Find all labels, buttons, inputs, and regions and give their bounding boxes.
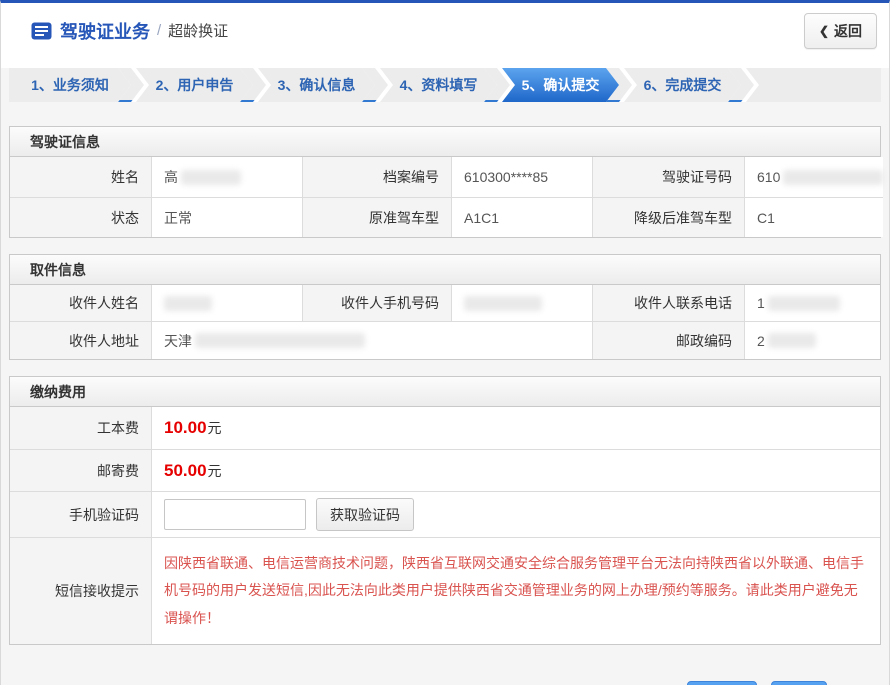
footer-actions: 上一步 完成 xyxy=(9,661,881,685)
section-title: 取件信息 xyxy=(10,255,880,285)
section-license-info: 驾驶证信息 姓名 高 档案编号 610300****85 驾驶证号码 610 状… xyxy=(9,126,881,238)
step-label: 1、业务须知 xyxy=(31,75,109,95)
finish-button[interactable]: 完成 xyxy=(771,681,827,685)
previous-step-button[interactable]: 上一步 xyxy=(687,681,757,685)
redacted-value xyxy=(181,170,241,185)
list-form-icon xyxy=(31,22,52,40)
field-label-file-number: 档案编号 xyxy=(302,157,451,197)
steps-gap xyxy=(9,102,881,126)
breadcrumb-separator: / xyxy=(157,22,161,39)
field-value-address: 天津 xyxy=(151,321,592,359)
field-label-name: 姓名 xyxy=(10,157,151,197)
field-value-downgraded-class: C1 xyxy=(744,197,883,237)
step-3-confirm-info: 3、确认信息 xyxy=(253,68,375,102)
field-value-name: 高 xyxy=(151,157,302,197)
back-button-label: 返回 xyxy=(834,21,862,41)
redacted-value xyxy=(464,296,542,311)
step-1-business-notice: 1、业务须知 xyxy=(9,68,131,102)
redacted-value xyxy=(768,296,840,311)
step-label: 3、确认信息 xyxy=(278,75,356,95)
field-value-postal-code: 2 xyxy=(744,321,880,359)
field-value-recipient-name xyxy=(151,285,302,321)
breadcrumb-current: 超龄换证 xyxy=(168,20,228,41)
step-6-finish-submit: 6、完成提交 xyxy=(619,68,741,102)
verification-code-input[interactable] xyxy=(164,499,306,530)
step-label: 6、完成提交 xyxy=(644,75,722,95)
field-value-postage-fee: 50.00 元 xyxy=(151,449,880,491)
section-pickup-info: 取件信息 收件人姓名 收件人手机号码 收件人联系电话 1 收件人地址 天津 xyxy=(9,254,881,360)
field-label-recipient-name: 收件人姓名 xyxy=(10,285,151,321)
page-header: 驾驶证业务 / 超龄换证 ❮ 返回 xyxy=(1,3,889,58)
get-code-button[interactable]: 获取验证码 xyxy=(316,498,414,531)
field-value-status: 正常 xyxy=(151,197,302,237)
fee-unit: 元 xyxy=(208,461,222,481)
header-gap xyxy=(1,58,889,68)
field-label-contact-phone: 收件人联系电话 xyxy=(592,285,744,321)
field-label-verification-code: 手机验证码 xyxy=(10,491,151,537)
field-value-sms-notice: 因陕西省联通、电信运营商技术问题，陕西省互联网交通安全综合服务管理平台无法向持陕… xyxy=(151,537,880,644)
section-fees: 缴纳费用 工本费 10.00 元 邮寄费 50.00 元 手机验证码 获取验证码… xyxy=(9,376,881,645)
page-container: 驾驶证业务 / 超龄换证 ❮ 返回 1、业务须知 2、用户申告 3、确认信息 4… xyxy=(0,0,890,685)
field-label-status: 状态 xyxy=(10,197,151,237)
field-label-production-fee: 工本费 xyxy=(10,407,151,449)
production-fee-amount: 10.00 xyxy=(164,418,207,438)
step-label: 2、用户申告 xyxy=(156,75,234,95)
chevron-left-icon: ❮ xyxy=(819,24,829,38)
redacted-value xyxy=(195,333,365,348)
redacted-value xyxy=(783,170,883,185)
main-content: 1、业务须知 2、用户申告 3、确认信息 4、资料填写 5、确认提交 6、完成提… xyxy=(1,68,889,685)
field-label-license-number: 驾驶证号码 xyxy=(592,157,744,197)
field-value-contact-phone: 1 xyxy=(744,285,880,321)
fee-unit: 元 xyxy=(208,418,222,438)
postage-fee-amount: 50.00 xyxy=(164,461,207,481)
field-value-license-number: 610 xyxy=(744,157,883,197)
section-title: 缴纳费用 xyxy=(10,377,880,407)
back-button[interactable]: ❮ 返回 xyxy=(804,13,877,49)
step-4-fill-materials: 4、资料填写 xyxy=(375,68,497,102)
page-title: 驾驶证业务 xyxy=(60,18,150,44)
field-label-postal-code: 邮政编码 xyxy=(592,321,744,359)
field-label-address: 收件人地址 xyxy=(10,321,151,359)
redacted-value xyxy=(164,296,212,311)
step-5-confirm-submit-active: 5、确认提交 xyxy=(497,68,619,102)
field-value-original-class: A1C1 xyxy=(451,197,592,237)
field-value-file-number: 610300****85 xyxy=(451,157,592,197)
field-label-postage-fee: 邮寄费 xyxy=(10,449,151,491)
section-title: 驾驶证信息 xyxy=(10,127,880,157)
field-value-verification-code: 获取验证码 xyxy=(151,491,880,537)
step-label: 4、资料填写 xyxy=(400,75,478,95)
field-label-recipient-mobile: 收件人手机号码 xyxy=(302,285,451,321)
field-value-production-fee: 10.00 元 xyxy=(151,407,880,449)
step-2-user-declaration: 2、用户申告 xyxy=(131,68,253,102)
sms-warning-text: 因陕西省联通、电信运营商技术问题，陕西省互联网交通安全综合服务管理平台无法向持陕… xyxy=(164,550,866,632)
step-progress-bar: 1、业务须知 2、用户申告 3、确认信息 4、资料填写 5、确认提交 6、完成提… xyxy=(9,68,881,102)
field-value-recipient-mobile xyxy=(451,285,592,321)
field-label-downgraded-class: 降级后准驾车型 xyxy=(592,197,744,237)
redacted-value xyxy=(768,333,816,348)
field-label-sms-notice: 短信接收提示 xyxy=(10,537,151,644)
step-bar-filler xyxy=(741,68,881,102)
step-label: 5、确认提交 xyxy=(522,75,600,95)
field-label-original-class: 原准驾车型 xyxy=(302,197,451,237)
